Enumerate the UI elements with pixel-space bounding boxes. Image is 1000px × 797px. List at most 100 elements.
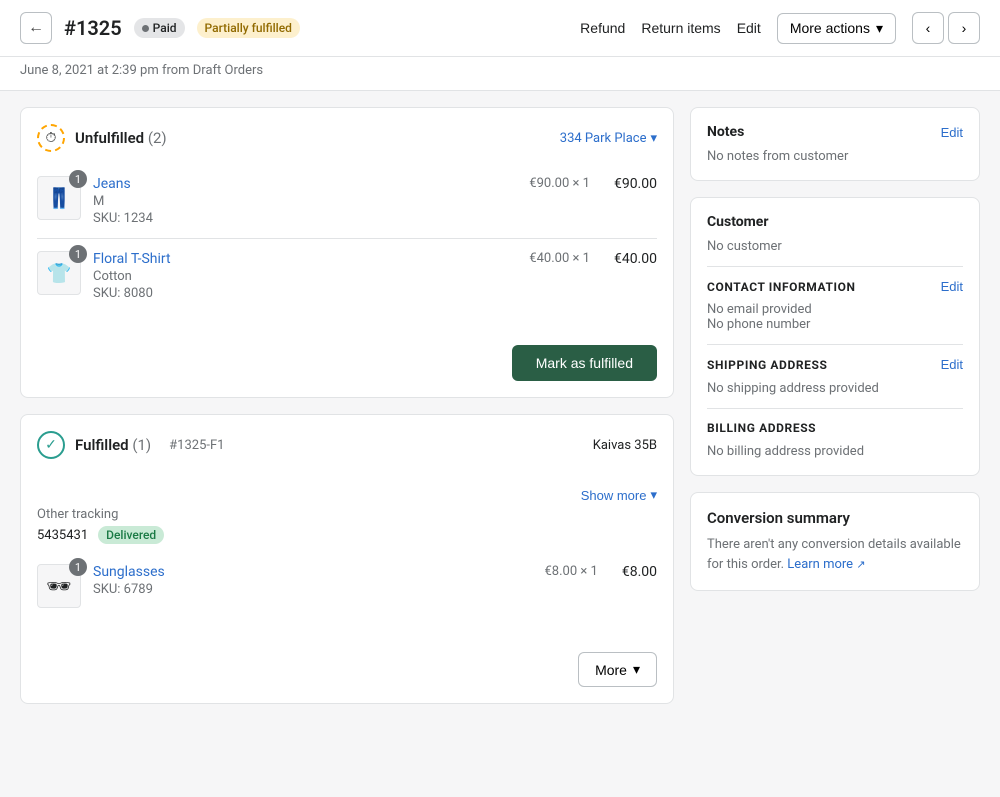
item-qty-jeans: 1 [69, 170, 87, 188]
shipping-edit-button[interactable]: Edit [941, 357, 963, 372]
fulfilled-header-section: ✓ Fulfilled (1) #1325-F1 Kaivas 35B [21, 415, 673, 487]
partial-badge: Partially fulfilled [197, 18, 300, 38]
tracking-section: Show more ▾ Other tracking 5435431 Deliv… [21, 487, 673, 548]
chevron-down-icon: ▾ [633, 661, 640, 678]
contact-email: No email provided [707, 302, 963, 317]
fulfillment-id: #1325-F1 [169, 438, 224, 453]
nav-buttons: ‹ › [912, 12, 980, 44]
billing-section: BILLING ADDRESS No billing address provi… [707, 408, 963, 459]
item-unit-price-floral: €40.00 × 1 [529, 251, 590, 266]
prev-order-button[interactable]: ‹ [912, 12, 944, 44]
return-items-button[interactable]: Return items [641, 20, 720, 36]
item-image-wrap-sunglasses: 🕶 1 [37, 564, 81, 608]
shipping-title-row: SHIPPING ADDRESS Edit [707, 357, 963, 372]
tracking-number: 5435431 [37, 528, 88, 543]
billing-title: BILLING ADDRESS [707, 421, 816, 435]
left-column: ⏱ Unfulfilled (2) 334 Park Place ▾ 👖 1 [20, 107, 674, 704]
chevron-down-icon: ▾ [876, 20, 883, 37]
edit-button[interactable]: Edit [737, 20, 761, 36]
fulfilled-icon: ✓ [37, 431, 65, 459]
right-column: Notes Edit No notes from customer Custom… [690, 107, 980, 704]
fulfilled-section-header: ✓ Fulfilled (1) #1325-F1 Kaivas 35B [37, 431, 657, 459]
item-price-jeans: €90.00 × 1 €90.00 [529, 176, 657, 192]
item-sku-floral: SKU: 8080 [93, 286, 517, 301]
header-actions: Refund Return items Edit More actions ▾ … [580, 12, 980, 44]
order-subtitle: June 8, 2021 at 2:39 pm from Draft Order… [0, 57, 1000, 91]
item-sku-jeans: SKU: 1234 [93, 211, 517, 226]
more-button-section: More ▾ [21, 636, 673, 703]
more-actions-button[interactable]: More actions ▾ [777, 13, 896, 44]
paid-dot [142, 25, 149, 32]
order-item-floral: 👕 1 Floral T-Shirt Cotton SKU: 8080 €40.… [37, 238, 657, 313]
item-name-floral[interactable]: Floral T-Shirt [93, 251, 517, 267]
page-header: ← #1325 Paid Partially fulfilled Refund … [0, 0, 1000, 57]
billing-value: No billing address provided [707, 444, 864, 459]
billing-title-row: BILLING ADDRESS [707, 421, 963, 435]
contact-section: CONTACT INFORMATION Edit No email provid… [707, 266, 963, 332]
mark-as-fulfilled-button[interactable]: Mark as fulfilled [512, 345, 657, 381]
external-link-icon: ↗ [856, 558, 865, 571]
item-details-sunglasses: Sunglasses SKU: 6789 [93, 564, 532, 597]
item-qty-floral: 1 [69, 245, 87, 263]
learn-more-link[interactable]: Learn more ↗ [787, 557, 865, 572]
item-total-sunglasses: €8.00 [622, 564, 657, 580]
item-price-sunglasses: €8.00 × 1 €8.00 [544, 564, 657, 580]
conversion-title: Conversion summary [707, 509, 963, 527]
item-price-floral: €40.00 × 1 €40.00 [529, 251, 657, 267]
item-name-jeans[interactable]: Jeans [93, 176, 517, 192]
notes-card: Notes Edit No notes from customer [690, 107, 980, 181]
item-details-jeans: Jeans M SKU: 1234 [93, 176, 517, 226]
notes-title: Notes [707, 124, 744, 140]
customer-value: No customer [707, 239, 782, 254]
tracking-status-badge: Delivered [98, 526, 164, 544]
tracking-row: 5435431 Delivered [37, 526, 657, 544]
item-name-sunglasses[interactable]: Sunglasses [93, 564, 532, 580]
item-sku-sunglasses: SKU: 6789 [93, 582, 532, 597]
item-total-jeans: €90.00 [614, 176, 657, 192]
item-details-floral: Floral T-Shirt Cotton SKU: 8080 [93, 251, 517, 301]
shipping-section: SHIPPING ADDRESS Edit No shipping addres… [707, 344, 963, 396]
item-total-floral: €40.00 [614, 251, 657, 267]
customer-section: Customer No customer [707, 214, 963, 254]
order-item-jeans: 👖 1 Jeans M SKU: 1234 €90.00 × 1 €90.00 [37, 164, 657, 238]
refund-button[interactable]: Refund [580, 20, 625, 36]
paid-badge: Paid [134, 18, 185, 38]
unfulfilled-title: Unfulfilled (2) [75, 129, 167, 147]
item-image-wrap-jeans: 👖 1 [37, 176, 81, 220]
unfulfilled-icon: ⏱ [37, 124, 65, 152]
item-variant-floral: Cotton [93, 269, 517, 284]
shipping-value: No shipping address provided [707, 381, 879, 396]
shipping-title: SHIPPING ADDRESS [707, 358, 827, 372]
show-more-button[interactable]: Show more ▾ [581, 487, 657, 503]
fulfilled-title: Fulfilled (1) [75, 436, 151, 454]
unfulfilled-header-section: ⏱ Unfulfilled (2) 334 Park Place ▾ 👖 1 [21, 108, 673, 329]
chevron-down-icon: ▾ [650, 131, 657, 146]
fulfilled-location: Kaivas 35B [593, 438, 657, 453]
unfulfilled-location[interactable]: 334 Park Place ▾ [560, 131, 657, 146]
next-order-button[interactable]: › [948, 12, 980, 44]
item-unit-price-jeans: €90.00 × 1 [529, 176, 590, 191]
item-image-wrap-floral: 👕 1 [37, 251, 81, 295]
fulfilled-card: ✓ Fulfilled (1) #1325-F1 Kaivas 35B Show… [20, 414, 674, 704]
more-button[interactable]: More ▾ [578, 652, 657, 687]
mark-fulfilled-section: Mark as fulfilled [21, 329, 673, 397]
customer-title-row: Customer [707, 214, 963, 230]
main-content: ⏱ Unfulfilled (2) 334 Park Place ▾ 👖 1 [0, 91, 1000, 720]
chevron-down-icon: ▾ [650, 487, 657, 503]
order-id: #1325 [64, 16, 122, 40]
contact-edit-button[interactable]: Edit [941, 279, 963, 294]
order-item-sunglasses: 🕶 1 Sunglasses SKU: 6789 €8.00 × 1 €8.00 [37, 564, 657, 620]
contact-phone: No phone number [707, 317, 963, 332]
notes-edit-button[interactable]: Edit [941, 125, 963, 140]
item-unit-price-sunglasses: €8.00 × 1 [544, 564, 597, 579]
customer-card: Customer No customer CONTACT INFORMATION… [690, 197, 980, 476]
unfulfilled-card: ⏱ Unfulfilled (2) 334 Park Place ▾ 👖 1 [20, 107, 674, 398]
back-button[interactable]: ← [20, 12, 52, 44]
item-qty-sunglasses: 1 [69, 558, 87, 576]
notes-title-row: Notes Edit [707, 124, 963, 140]
item-variant-jeans: M [93, 194, 517, 209]
customer-title: Customer [707, 214, 768, 230]
contact-title: CONTACT INFORMATION [707, 280, 856, 294]
conversion-card: Conversion summary There aren't any conv… [690, 492, 980, 591]
contact-title-row: CONTACT INFORMATION Edit [707, 279, 963, 294]
